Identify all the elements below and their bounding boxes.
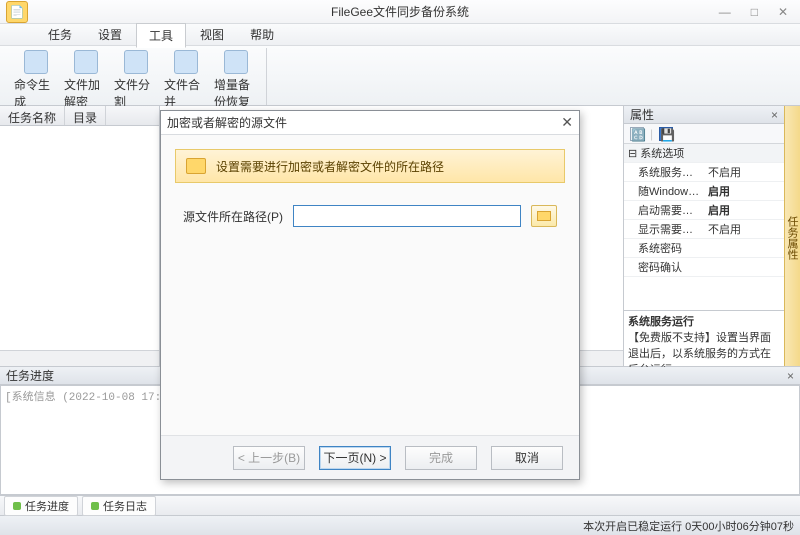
dialog-titlebar: 加密或者解密的源文件 ✕ (161, 111, 579, 135)
next-button[interactable]: 下一页(N) > (319, 446, 391, 470)
file-merge-button[interactable]: 文件合并 (162, 48, 210, 112)
title-bar: 📄 FileGee文件同步备份系统 — □ ✕ (0, 0, 800, 24)
menu-view[interactable]: 视图 (188, 23, 236, 46)
cmd-icon (24, 50, 48, 74)
task-list-pane: 任务名称 目录 (0, 106, 160, 366)
dialog-buttons: < 上一步(B) 下一页(N) > 完成 取消 (161, 435, 579, 479)
tab-task-log[interactable]: 任务日志 (82, 496, 156, 516)
menu-settings[interactable]: 设置 (86, 23, 134, 46)
finish-button[interactable]: 完成 (405, 446, 477, 470)
dot-icon (13, 502, 21, 510)
dialog-close-button[interactable]: ✕ (561, 114, 573, 131)
close-button[interactable]: ✕ (778, 5, 788, 19)
properties-header: 属性 × (624, 106, 784, 124)
encrypt-source-dialog: 加密或者解密的源文件 ✕ 设置需要进行加密或者解密文件的所在路径 源文件所在路径… (160, 110, 580, 480)
app-title: FileGee文件同步备份系统 (331, 3, 469, 20)
dialog-banner: 设置需要进行加密或者解密文件的所在路径 (175, 149, 565, 183)
dialog-title: 加密或者解密的源文件 (167, 114, 287, 131)
browse-button[interactable] (531, 205, 557, 227)
dot-icon (91, 502, 99, 510)
file-split-button[interactable]: 文件分割 (112, 48, 160, 112)
app-icon: 📄 (6, 1, 28, 23)
folder-icon (186, 158, 206, 174)
file-encrypt-button[interactable]: 文件加解密 (62, 48, 110, 112)
save-icon[interactable]: 💾 (659, 127, 673, 141)
hscrollbar[interactable] (0, 350, 159, 366)
tab-task-progress[interactable]: 任务进度 (4, 496, 78, 516)
menu-tools[interactable]: 工具 (136, 23, 186, 48)
back-button[interactable]: < 上一步(B) (233, 446, 305, 470)
encrypt-icon (74, 50, 98, 74)
ribbon: 命令生成 文件加解密 文件分割 文件合并 增量备份恢复 工具 (0, 46, 800, 106)
restore-icon (224, 50, 248, 74)
folder-open-icon (537, 211, 551, 221)
source-path-label: 源文件所在路径(P) (183, 208, 283, 225)
properties-toolbar: 🔠 | 💾 (624, 124, 784, 144)
merge-icon (174, 50, 198, 74)
cmd-generate-button[interactable]: 命令生成 (12, 48, 60, 112)
status-bar: 本次开启已稳定运行 0天00小时06分钟07秒 (0, 515, 800, 535)
col-task-name[interactable]: 任务名称 (0, 106, 65, 125)
menu-bar: 任务 设置 工具 视图 帮助 (0, 24, 800, 46)
menu-task[interactable]: 任务 (36, 23, 84, 46)
split-icon (124, 50, 148, 74)
dialog-body: 源文件所在路径(P) (161, 193, 579, 435)
task-list-body[interactable] (0, 126, 159, 350)
maximize-button[interactable]: □ (751, 5, 758, 19)
status-tabs: 任务进度 任务日志 (0, 495, 800, 515)
task-list-header: 任务名称 目录 (0, 106, 159, 126)
properties-panel: 属性 × 🔠 | 💾 ⊟ 系统选项 系统服务运行不启用 随Windows...启… (624, 106, 784, 366)
banner-text: 设置需要进行加密或者解密文件的所在路径 (216, 158, 444, 175)
property-grid[interactable]: ⊟ 系统选项 系统服务运行不启用 随Windows...启用 启动需要密码启用 … (624, 144, 784, 310)
side-tab-task-props[interactable]: 任务属性 (784, 106, 800, 366)
minimize-button[interactable]: — (719, 5, 731, 19)
col-source-dir[interactable]: 目录 (65, 106, 106, 125)
menu-help[interactable]: 帮助 (238, 23, 286, 46)
incr-restore-button[interactable]: 增量备份恢复 (212, 48, 260, 112)
ribbon-group-tools: 命令生成 文件加解密 文件分割 文件合并 增量备份恢复 工具 (6, 48, 267, 105)
sort-icon[interactable]: 🔠 (630, 127, 644, 141)
property-description: 系统服务运行 【免费版不支持】设置当界面退出后，以系统服务的方式在后台运行 (624, 310, 784, 366)
cancel-button[interactable]: 取消 (491, 446, 563, 470)
uptime-text: 本次开启已稳定运行 0天00小时06分钟07秒 (583, 518, 794, 534)
task-progress-close-icon[interactable]: × (787, 369, 794, 383)
properties-close-icon[interactable]: × (771, 108, 778, 122)
source-path-input[interactable] (293, 205, 521, 227)
